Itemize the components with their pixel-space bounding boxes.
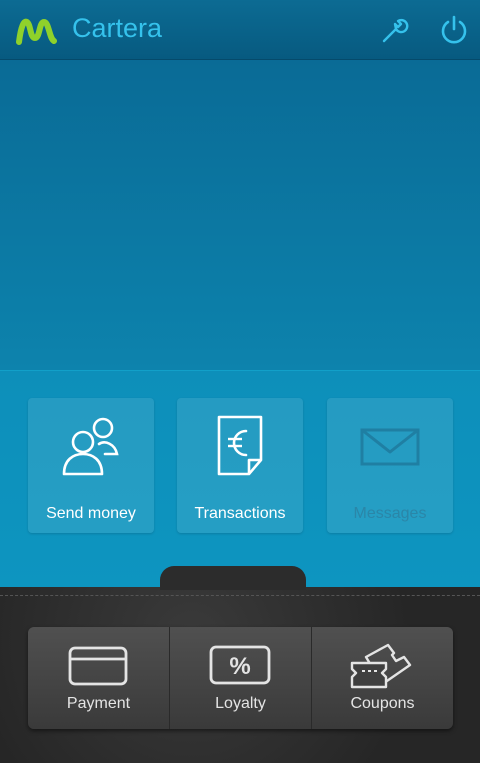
loyalty-button[interactable]: % Loyalty [170, 627, 311, 729]
percent-ticket-icon: % [209, 645, 271, 685]
power-icon[interactable] [438, 14, 470, 46]
people-icon [62, 417, 119, 476]
app-header: Cartera [0, 0, 480, 60]
payment-button[interactable]: Payment [28, 627, 169, 729]
send-money-label: Send money [46, 505, 136, 522]
transactions-label: Transactions [194, 505, 286, 522]
loyalty-label: Loyalty [215, 695, 266, 712]
wallet-tab-handle[interactable] [160, 566, 306, 590]
movistar-logo-icon [16, 18, 57, 45]
credit-card-icon [68, 646, 128, 686]
stitch-line [0, 595, 480, 596]
bottom-toolbar: Payment % Loyalty Coupons [28, 627, 453, 729]
app-title: Cartera [72, 13, 163, 43]
svg-text:%: % [229, 653, 250, 680]
messages-label: Messages [353, 505, 427, 522]
messages-button[interactable]: Messages [327, 398, 453, 533]
coupons-button[interactable]: Coupons [312, 627, 453, 729]
hero-area [0, 60, 480, 370]
coupon-tickets-icon [350, 643, 412, 689]
coupons-label: Coupons [350, 695, 415, 712]
envelope-icon [360, 428, 420, 466]
send-money-button[interactable]: Send money [28, 398, 154, 533]
transactions-button[interactable]: Transactions [177, 398, 303, 533]
wrench-icon[interactable] [378, 14, 410, 46]
payment-label: Payment [66, 695, 131, 712]
euro-document-icon [217, 415, 263, 476]
